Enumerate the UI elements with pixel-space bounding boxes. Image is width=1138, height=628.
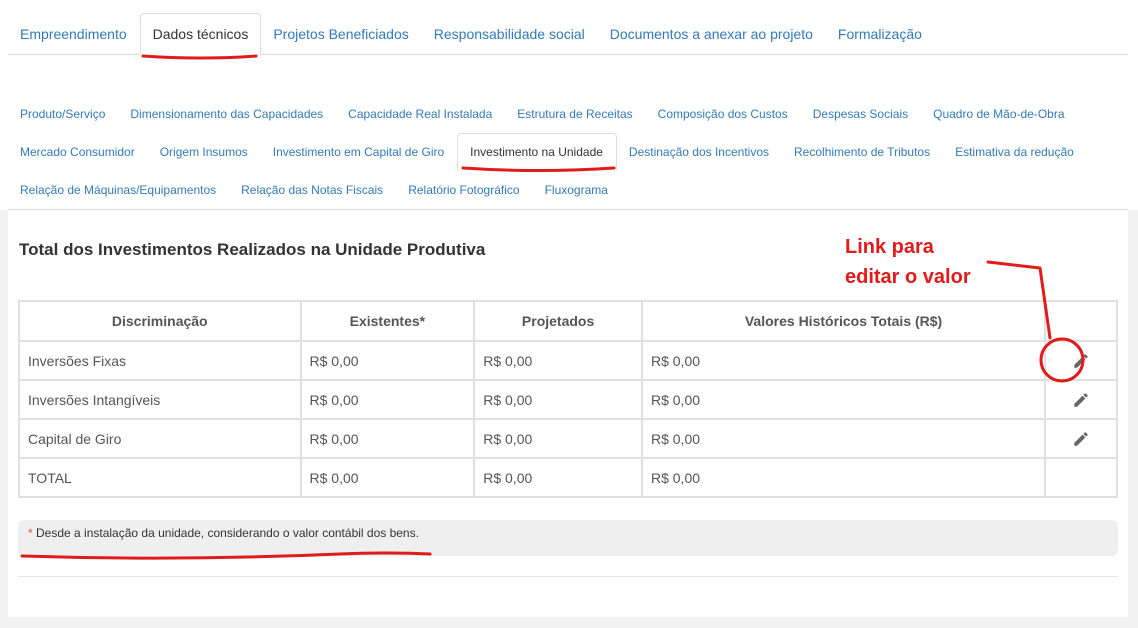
- cell-projetados: R$ 0,00: [473, 457, 643, 498]
- pencil-icon[interactable]: [1072, 352, 1090, 370]
- subtab-destinacao-incentivos[interactable]: Destinação dos Incentivos: [617, 133, 782, 171]
- subtab-relatorio-fotografico[interactable]: Relatório Fotográfico: [396, 171, 532, 209]
- column-header-existentes: Existentes*: [299, 300, 476, 342]
- tab-projetos-beneficiados[interactable]: Projetos Beneficiados: [261, 26, 421, 54]
- subtab-capacidade-real[interactable]: Capacidade Real Instalada: [336, 95, 505, 133]
- subtab-notas-fiscais[interactable]: Relação das Notas Fiscais: [229, 171, 396, 209]
- table-header-row: Discriminação Existentes* Projetados Val…: [18, 300, 1118, 342]
- subtab-composicao-custos[interactable]: Composição dos Custos: [646, 95, 801, 133]
- cell-totais: R$ 0,00: [640, 457, 1047, 498]
- cell-totais: R$ 0,00: [640, 418, 1047, 459]
- cell-existentes: R$ 0,00: [299, 457, 476, 498]
- divider: [18, 576, 1118, 577]
- footnote-star: *: [28, 526, 33, 540]
- subtab-produto-servico[interactable]: Produto/Serviço: [8, 95, 118, 133]
- table-row-total: TOTAL R$ 0,00 R$ 0,00 R$ 0,00: [18, 457, 1118, 498]
- tab-responsabilidade-social[interactable]: Responsabilidade social: [422, 26, 598, 54]
- sub-tabs-row-1: Produto/Serviço Dimensionamento das Capa…: [8, 95, 1078, 133]
- subtab-investimento-unidade[interactable]: Investimento na Unidade: [457, 133, 617, 171]
- sub-tabs-row-3: Relação de Máquinas/Equipamentos Relação…: [8, 171, 621, 209]
- subtab-estimativa-reducao[interactable]: Estimativa da redução: [943, 133, 1087, 171]
- annotation-line-1: Link para: [845, 236, 934, 258]
- footnote: * Desde a instalação da unidade, conside…: [18, 520, 1118, 556]
- table-row: Capital de Giro R$ 0,00 R$ 0,00 R$ 0,00: [18, 418, 1118, 459]
- edit-cell: [1044, 418, 1118, 459]
- section-title: Total dos Investimentos Realizados na Un…: [19, 240, 486, 259]
- investments-table: Discriminação Existentes* Projetados Val…: [18, 300, 1118, 498]
- cell-projetados: R$ 0,00: [473, 379, 643, 420]
- main-tabs: Empreendimento Dados técnicos Projetos B…: [8, 12, 1128, 55]
- tab-formalizacao[interactable]: Formalização: [826, 26, 935, 54]
- column-header-valores-totais: Valores Históricos Totais (R$): [640, 300, 1047, 342]
- cell-totais: R$ 0,00: [640, 340, 1047, 381]
- subtab-dimensionamento[interactable]: Dimensionamento das Capacidades: [118, 95, 336, 133]
- row-label: Capital de Giro: [18, 418, 302, 459]
- cell-projetados: R$ 0,00: [473, 340, 643, 381]
- cell-totais: R$ 0,00: [640, 379, 1047, 420]
- column-header-discriminacao: Discriminação: [18, 300, 302, 342]
- tab-dados-tecnicos[interactable]: Dados técnicos: [139, 13, 262, 55]
- cell-existentes: R$ 0,00: [299, 418, 476, 459]
- subtab-recolhimento-tributos[interactable]: Recolhimento de Tributos: [782, 133, 943, 171]
- subtab-origem-insumos[interactable]: Origem Insumos: [148, 133, 261, 171]
- pencil-icon[interactable]: [1072, 391, 1090, 409]
- empty-edit-cell: [1044, 457, 1118, 498]
- edit-cell: [1044, 340, 1118, 381]
- tab-documentos[interactable]: Documentos a anexar ao projeto: [598, 26, 826, 54]
- row-label: Inversões Fixas: [18, 340, 302, 381]
- subtab-maquinas-equipamentos[interactable]: Relação de Máquinas/Equipamentos: [8, 171, 229, 209]
- cell-existentes: R$ 0,00: [299, 340, 476, 381]
- annotation-line-2: editar o valor: [845, 266, 971, 288]
- edit-cell: [1044, 379, 1118, 420]
- table-row: Inversões Intangíveis R$ 0,00 R$ 0,00 R$…: [18, 379, 1118, 420]
- column-header-projetados: Projetados: [473, 300, 643, 342]
- top-area: Empreendimento Dados técnicos Projetos B…: [0, 0, 1138, 210]
- annotation-label: Link para editar o valor: [845, 232, 971, 292]
- cell-projetados: R$ 0,00: [473, 418, 643, 459]
- subtab-estrutura-receitas[interactable]: Estrutura de Receitas: [505, 95, 645, 133]
- footnote-text: Desde a instalação da unidade, considera…: [36, 526, 419, 540]
- tab-empreendimento[interactable]: Empreendimento: [8, 26, 140, 54]
- row-label: Inversões Intangíveis: [18, 379, 302, 420]
- table-row: Inversões Fixas R$ 0,00 R$ 0,00 R$ 0,00: [18, 340, 1118, 381]
- subtab-despesas-sociais[interactable]: Despesas Sociais: [801, 95, 921, 133]
- column-header-actions: [1044, 300, 1118, 342]
- cell-existentes: R$ 0,00: [299, 379, 476, 420]
- subtab-fluxograma[interactable]: Fluxograma: [533, 171, 621, 209]
- sub-tabs-row-2: Mercado Consumidor Origem Insumos Invest…: [8, 133, 1087, 171]
- subtab-capital-de-giro[interactable]: Investimento em Capital de Giro: [261, 133, 457, 171]
- subtab-quadro-mao-de-obra[interactable]: Quadro de Mão-de-Obra: [921, 95, 1077, 133]
- subtab-mercado-consumidor[interactable]: Mercado Consumidor: [8, 133, 148, 171]
- row-label: TOTAL: [18, 457, 302, 498]
- pencil-icon[interactable]: [1072, 430, 1090, 448]
